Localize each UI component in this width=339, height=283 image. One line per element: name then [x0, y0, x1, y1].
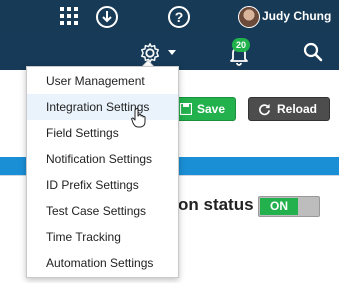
search-icon[interactable]: [303, 42, 323, 62]
notification-badge: 20: [232, 38, 250, 52]
status-toggle[interactable]: ON: [258, 196, 320, 217]
reload-button[interactable]: Reload: [248, 97, 330, 121]
status-label: on status: [178, 195, 254, 214]
menu-item-test-case-settings[interactable]: Test Case Settings: [27, 198, 178, 224]
svg-text:?: ?: [175, 9, 184, 25]
refresh-icon: [259, 103, 270, 116]
settings-dropdown-menu: User Management Integration Settings Fie…: [26, 66, 179, 278]
chevron-down-icon[interactable]: [168, 50, 176, 56]
user-name[interactable]: Judy Chung: [262, 9, 331, 23]
menu-item-automation-settings[interactable]: Automation Settings: [27, 250, 178, 276]
menu-item-notification-settings[interactable]: Notification Settings: [27, 146, 178, 172]
toggle-on-label: ON: [260, 198, 298, 215]
save-label: Save: [197, 102, 226, 116]
save-button[interactable]: Save: [172, 97, 236, 121]
menu-item-integration-settings[interactable]: Integration Settings: [27, 94, 178, 120]
floppy-icon: [180, 103, 192, 115]
menu-item-user-management[interactable]: User Management: [27, 68, 178, 94]
nav-bar: 20: [0, 34, 339, 70]
apps-grid-icon[interactable]: [60, 7, 78, 25]
download-icon[interactable]: [95, 5, 119, 29]
hand-cursor-icon: [131, 108, 146, 128]
menu-item-field-settings[interactable]: Field Settings: [27, 120, 178, 146]
reload-label: Reload: [277, 102, 318, 116]
menu-item-id-prefix-settings[interactable]: ID Prefix Settings: [27, 172, 178, 198]
top-header: ? Judy Chung: [0, 0, 339, 34]
avatar[interactable]: [238, 6, 260, 28]
menu-item-time-tracking[interactable]: Time Tracking: [27, 224, 178, 250]
help-icon[interactable]: ?: [167, 5, 191, 29]
